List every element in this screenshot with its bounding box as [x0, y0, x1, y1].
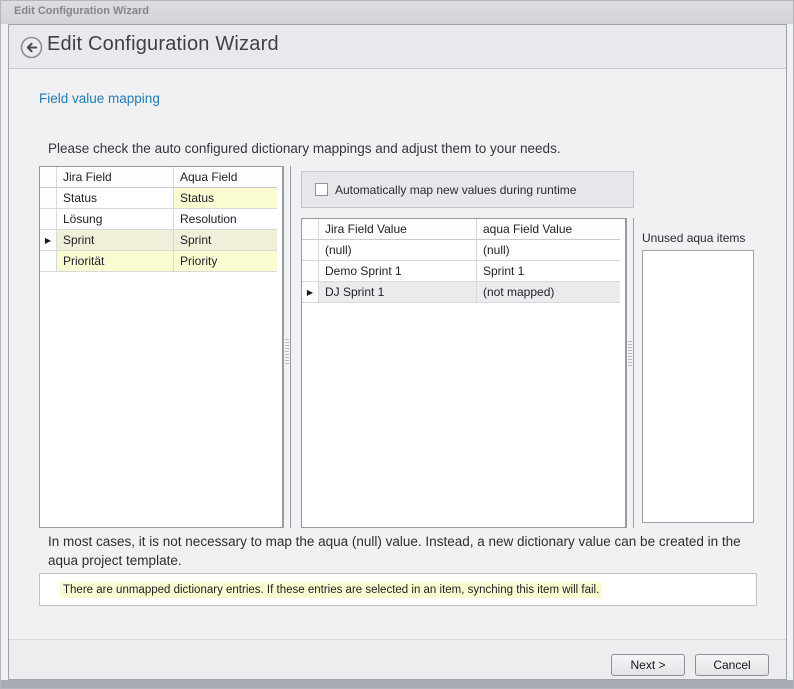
row-selector[interactable]: [40, 209, 57, 230]
auto-map-checkbox[interactable]: [315, 183, 328, 196]
section-heading: Field value mapping: [39, 91, 160, 106]
window-bottom-edge: [1, 680, 794, 689]
value-mapping-grid[interactable]: Jira Field Value aqua Field Value (null)…: [301, 218, 626, 528]
unused-aqua-items-list[interactable]: [642, 250, 754, 523]
column-header-jira-field[interactable]: Jira Field: [57, 167, 174, 188]
splitter-grip-icon[interactable]: [285, 339, 289, 365]
wizard-content: Field value mapping Please check the aut…: [9, 70, 787, 639]
value-grid-body: (null)(null)Demo Sprint 1Sprint 1▶DJ Spr…: [302, 240, 625, 303]
warning-text: There are unmapped dictionary entries. I…: [60, 582, 602, 598]
row-selector[interactable]: [302, 261, 319, 282]
column-header-aqua-field[interactable]: Aqua Field: [174, 167, 277, 188]
warning-box: There are unmapped dictionary entries. I…: [39, 573, 757, 606]
wizard-header: Edit Configuration Wizard: [9, 25, 787, 69]
runtime-mapping-panel: Automatically map new values during runt…: [301, 171, 634, 208]
next-button[interactable]: Next >: [611, 654, 685, 676]
field-grid-header: Jira Field Aqua Field: [40, 167, 282, 188]
page-title: Edit Configuration Wizard: [47, 33, 279, 56]
grid-cell[interactable]: Status: [174, 188, 277, 209]
table-row[interactable]: ▶SprintSprint: [40, 230, 282, 251]
window-title: Edit Configuration Wizard: [14, 5, 149, 17]
grid-cell[interactable]: Status: [57, 188, 174, 209]
field-mapping-grid[interactable]: Jira Field Aqua Field StatusStatusLösung…: [39, 166, 283, 528]
unused-aqua-items-label: Unused aqua items: [642, 231, 745, 245]
splitter-grip-icon[interactable]: [628, 341, 632, 367]
grid-cell[interactable]: Demo Sprint 1: [319, 261, 477, 282]
table-row[interactable]: (null)(null): [302, 240, 625, 261]
edit-configuration-wizard-window: Edit Configuration Wizard Edit Configura…: [0, 0, 794, 689]
table-row[interactable]: LösungResolution: [40, 209, 282, 230]
cancel-button[interactable]: Cancel: [695, 654, 769, 676]
grid-cell[interactable]: (null): [477, 240, 620, 261]
grid-cell[interactable]: Sprint: [174, 230, 277, 251]
grid-cell[interactable]: Resolution: [174, 209, 277, 230]
back-arrow-icon: [20, 36, 43, 59]
current-row-marker-icon[interactable]: ▶: [302, 282, 319, 303]
back-button[interactable]: [20, 36, 43, 59]
instruction-text: Please check the auto configured diction…: [48, 141, 561, 156]
table-row[interactable]: ▶DJ Sprint 1(not mapped): [302, 282, 625, 303]
row-selector[interactable]: [302, 240, 319, 261]
auto-map-checkbox-label[interactable]: Automatically map new values during runt…: [335, 183, 576, 197]
grid-cell[interactable]: Priority: [174, 251, 277, 272]
titlebar[interactable]: Edit Configuration Wizard: [1, 1, 794, 24]
table-row[interactable]: PrioritätPriority: [40, 251, 282, 272]
table-row[interactable]: StatusStatus: [40, 188, 282, 209]
row-selector[interactable]: [40, 251, 57, 272]
grid-cell[interactable]: Sprint 1: [477, 261, 620, 282]
value-grid-header: Jira Field Value aqua Field Value: [302, 219, 625, 240]
row-selector-header: [302, 219, 319, 240]
column-header-aqua-field-value[interactable]: aqua Field Value: [477, 219, 620, 240]
column-header-jira-field-value[interactable]: Jira Field Value: [319, 219, 477, 240]
grid-cell[interactable]: (not mapped): [477, 282, 620, 303]
row-selector-header: [40, 167, 57, 188]
table-row[interactable]: Demo Sprint 1Sprint 1: [302, 261, 625, 282]
grid-cell[interactable]: Lösung: [57, 209, 174, 230]
field-grid-splitter[interactable]: [283, 166, 291, 528]
grid-cell[interactable]: Sprint: [57, 230, 174, 251]
field-grid-body: StatusStatusLösungResolution▶SprintSprin…: [40, 188, 282, 272]
row-selector[interactable]: [40, 188, 57, 209]
grid-cell[interactable]: Priorität: [57, 251, 174, 272]
grid-cell[interactable]: (null): [319, 240, 477, 261]
null-mapping-note: In most cases, it is not necessary to ma…: [48, 532, 748, 570]
current-row-marker-icon[interactable]: ▶: [40, 230, 57, 251]
value-grid-splitter[interactable]: [626, 218, 634, 528]
grid-cell[interactable]: DJ Sprint 1: [319, 282, 477, 303]
wizard-footer: Next > Cancel: [9, 639, 787, 680]
